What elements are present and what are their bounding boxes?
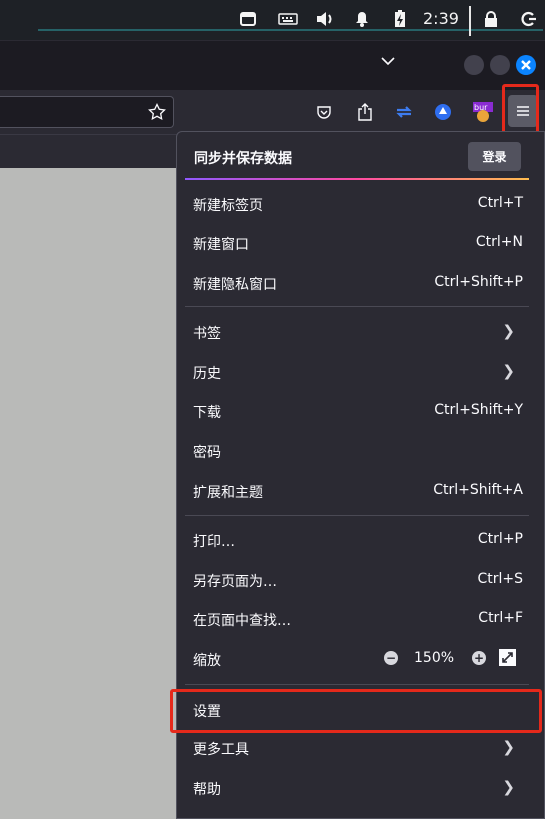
menu-item-shortcut: Ctrl+T [477,195,523,211]
sync-label: 同步并保存数据 [194,151,292,167]
chevron-down-icon[interactable] [381,54,395,70]
menu-item-shortcut: Ctrl+Shift+A [433,482,523,498]
menu-item-label: 历史 [193,366,221,382]
menu-item-passwords[interactable]: 密码 [177,431,537,471]
menu-item-label: 新建标签页 [193,198,263,214]
menu-item-shortcut: Ctrl+F [478,610,523,626]
sync-icon[interactable] [393,101,415,123]
login-button[interactable]: 登录 [468,142,521,171]
menu-separator [185,515,529,516]
menu-item-more-tools[interactable]: 更多工具 ❯ [177,728,537,768]
battery-icon[interactable] [392,10,408,28]
menu-item-label: 缩放 [193,653,221,669]
close-icon[interactable] [516,55,536,75]
volume-icon[interactable] [315,10,335,28]
menu-item-label: 更多工具 [193,742,249,758]
menu-item-new-private-window[interactable]: 新建隐私窗口 Ctrl+Shift+P [177,263,537,303]
tray-separator [469,6,471,36]
menu-item-find-in-page[interactable]: 在页面中查找… Ctrl+F [177,599,537,639]
menu-item-shortcut: Ctrl+Shift+Y [434,402,523,418]
menu-item-label: 书签 [193,326,221,342]
zoom-plus-icon[interactable]: + [472,651,486,665]
menu-item-label: 新建隐私窗口 [193,277,277,293]
menu-item-history[interactable]: 历史 ❯ [177,352,537,392]
menu-item-new-tab[interactable]: 新建标签页 Ctrl+T [177,184,537,224]
menu-item-label: 在页面中查找… [193,613,291,629]
vpn-icon[interactable] [432,101,454,123]
menu-item-label: 另存页面为… [193,574,277,590]
menu-item-shortcut: Ctrl+S [477,571,523,587]
menu-separator [185,306,529,307]
menu-item-shortcut: Ctrl+P [477,531,523,547]
chevron-right-icon: ❯ [502,738,515,756]
keyboard-icon[interactable] [276,10,300,28]
menu-item-downloads[interactable]: 下载 Ctrl+Shift+Y [177,391,537,431]
chevron-right-icon: ❯ [502,778,515,796]
maximize-button[interactable] [490,55,510,75]
star-icon[interactable] [146,101,168,123]
menu-item-label: 打印… [193,534,235,550]
menu-separator [185,684,529,685]
fullscreen-icon[interactable] [499,649,516,666]
menu-item-help[interactable]: 帮助 ❯ [177,768,537,808]
zoom-minus-icon[interactable]: − [384,651,398,665]
menu-item-label: 帮助 [193,782,221,798]
tray-divider [38,29,543,31]
menu-item-print[interactable]: 打印… Ctrl+P [177,520,537,560]
zoom-level[interactable]: 150% [414,650,454,666]
system-tray: 2:39 [0,0,545,40]
power-icon[interactable] [520,10,538,28]
menu-item-label: 新建窗口 [193,237,249,253]
share-icon[interactable] [354,101,376,123]
menu-item-save-page-as[interactable]: 另存页面为… Ctrl+S [177,560,537,600]
menu-item-new-window[interactable]: 新建窗口 Ctrl+N [177,223,537,263]
sync-gradient-divider [185,178,529,180]
lock-icon[interactable] [482,10,500,28]
bell-icon[interactable] [353,10,371,28]
menu-item-shortcut: Ctrl+N [475,234,523,250]
chevron-right-icon: ❯ [502,322,515,340]
window-icon[interactable] [238,10,258,28]
clock[interactable]: 2:39 [423,9,459,28]
chevron-right-icon: ❯ [502,362,515,380]
menu-item-shortcut: Ctrl+Shift+P [434,274,523,290]
extension-icon[interactable]: bur [472,101,494,123]
menu-item-label: 扩展和主题 [193,485,263,501]
menu-item-label: 密码 [193,445,221,461]
settings-highlight [170,689,542,733]
menu-item-addons-themes[interactable]: 扩展和主题 Ctrl+Shift+A [177,471,537,511]
minimize-button[interactable] [464,55,484,75]
pocket-icon[interactable] [313,101,335,123]
menu-item-label: 下载 [193,405,221,421]
menu-item-bookmarks[interactable]: 书签 ❯ [177,312,537,352]
